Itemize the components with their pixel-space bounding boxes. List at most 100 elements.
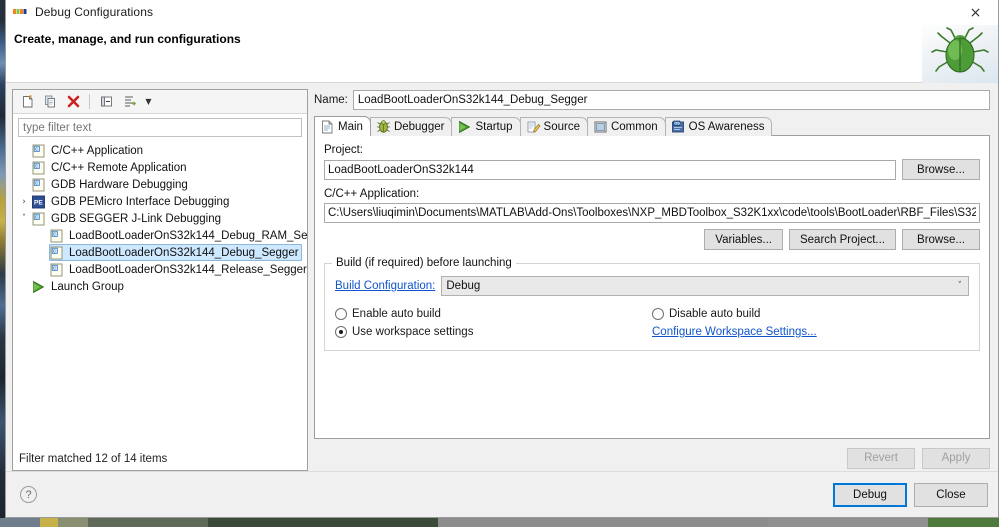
- name-input[interactable]: [353, 90, 990, 110]
- tree-indent-spacer: [35, 244, 49, 261]
- tree-item[interactable]: cLoadBootLoaderOnS32k144_Debug_RAM_Segge…: [13, 227, 307, 244]
- tab-label: Debugger: [394, 121, 445, 133]
- application-label: C/C++ Application:: [324, 188, 980, 200]
- pemicro-icon: PE: [31, 195, 47, 209]
- tree-item-label: Launch Group: [51, 281, 124, 293]
- build-before-launching-group: Build (if required) before launching Bui…: [324, 263, 980, 351]
- tab-startup[interactable]: Startup: [451, 117, 520, 136]
- tree-item[interactable]: cLoadBootLoaderOnS32k144_Debug_Segger: [13, 244, 307, 261]
- application-input[interactable]: [324, 203, 980, 223]
- revert-apply-row: Revert Apply: [314, 439, 990, 471]
- red-x-delete-icon[interactable]: [63, 92, 83, 112]
- c-file-icon: c: [31, 144, 47, 158]
- tab-label: Common: [611, 121, 658, 133]
- build-group-title: Build (if required) before launching: [332, 257, 516, 269]
- tab-label: Main: [338, 121, 363, 133]
- green-play-icon: [31, 280, 47, 294]
- debugger-bug-icon: [376, 120, 391, 134]
- radio-mark-icon: [335, 308, 347, 320]
- dialog-title: Debug Configurations: [35, 5, 153, 19]
- copy-document-icon[interactable]: [40, 92, 60, 112]
- tree-item-label: C/C++ Application: [51, 145, 143, 157]
- build-configuration-link[interactable]: Build Configuration:: [335, 280, 435, 292]
- close-button[interactable]: Close: [914, 483, 988, 507]
- tree-item[interactable]: ›PE GDB PEMicro Interface Debugging: [13, 193, 307, 210]
- tab-common[interactable]: Common: [587, 117, 666, 136]
- debug-configurations-dialog: Debug Configurations × Create, manage, a…: [5, 0, 999, 518]
- main-document-icon: [320, 120, 335, 134]
- common-window-icon: [593, 120, 608, 134]
- dialog-body: ▼ c C/C++ Application c C/C++ Remote Applic…: [6, 83, 998, 471]
- tab-label: Source: [544, 121, 580, 133]
- dialog-footer: ? Debug Close: [6, 471, 998, 517]
- project-label: Project:: [324, 144, 980, 156]
- tree-item[interactable]: c GDB Hardware Debugging: [13, 176, 307, 193]
- search-project-button[interactable]: Search Project...: [789, 229, 896, 250]
- tab-source[interactable]: Source: [520, 117, 588, 136]
- green-play-icon: [457, 120, 472, 134]
- tree-indent-spacer: [17, 176, 31, 193]
- os-awareness-icon: OS: [671, 120, 686, 134]
- chevron-down-icon[interactable]: ▼: [142, 92, 155, 112]
- c-file-icon: c: [31, 161, 47, 175]
- configuration-name-row: Name:: [314, 89, 990, 111]
- radio-mark-icon: [335, 326, 347, 338]
- auto-build-radio-grid: Enable auto build Use workspace settings…: [335, 305, 969, 341]
- radio-label: Disable auto build: [669, 308, 760, 320]
- radio-use-workspace-settings[interactable]: Use workspace settings: [335, 323, 652, 341]
- tab-main[interactable]: Main: [314, 116, 371, 136]
- green-bug-icon: [922, 25, 998, 83]
- tab-os-awareness[interactable]: OSOS Awareness: [665, 117, 773, 136]
- tab-label: OS Awareness: [689, 121, 765, 133]
- configuration-tabs[interactable]: Main Debugger Startup Source Common OSOS Awar…: [314, 115, 990, 136]
- radio-disable-auto-build[interactable]: Disable auto build: [652, 305, 969, 323]
- tree-indent-spacer: [17, 278, 31, 295]
- configuration-detail-panel: Name: Main Debugger Startup Source Common OSO…: [314, 89, 990, 471]
- dialog-titlebar: Debug Configurations ×: [6, 0, 998, 25]
- name-label: Name:: [314, 94, 348, 106]
- configure-workspace-settings-row: Configure Workspace Settings...: [652, 323, 969, 341]
- tree-item-label: GDB Hardware Debugging: [51, 179, 188, 191]
- collapse-all-icon[interactable]: [96, 92, 116, 112]
- tree-item-label: GDB PEMicro Interface Debugging: [51, 196, 229, 208]
- search-input[interactable]: [18, 118, 302, 137]
- svg-text:PE: PE: [34, 199, 43, 206]
- tree-item[interactable]: c C/C++ Remote Application: [13, 159, 307, 176]
- application-browse-button[interactable]: Browse...: [902, 229, 980, 250]
- c-file-icon: c: [31, 212, 47, 226]
- tree-item-label: LoadBootLoaderOnS32k144_Debug_RAM_Segger: [69, 230, 307, 242]
- filter-field-wrapper: [13, 114, 307, 140]
- application-button-row: Variables... Search Project... Browse...: [324, 229, 980, 250]
- tree-item-label: LoadBootLoaderOnS32k144_Debug_Segger: [69, 247, 299, 259]
- tree-item-label: C/C++ Remote Application: [51, 162, 187, 174]
- configure-workspace-settings-link[interactable]: Configure Workspace Settings...: [652, 326, 817, 338]
- tree-item[interactable]: c C/C++ Application: [13, 142, 307, 159]
- tree-item-label: LoadBootLoaderOnS32k144_Release_Segger: [69, 264, 307, 276]
- nxp-logo-icon: [12, 4, 28, 20]
- radio-label: Enable auto build: [352, 308, 441, 320]
- chevron-right-icon[interactable]: ›: [17, 193, 31, 210]
- project-browse-button[interactable]: Browse...: [902, 159, 980, 180]
- c-file-icon: c: [31, 178, 47, 192]
- revert-button[interactable]: Revert: [847, 448, 915, 469]
- chevron-down-icon[interactable]: ˇ: [17, 210, 31, 227]
- apply-button[interactable]: Apply: [922, 448, 990, 469]
- close-icon[interactable]: ×: [953, 0, 998, 25]
- variables-button[interactable]: Variables...: [704, 229, 783, 250]
- help-icon[interactable]: ?: [20, 486, 37, 503]
- debug-button[interactable]: Debug: [833, 483, 907, 507]
- tab-debugger[interactable]: Debugger: [370, 117, 453, 136]
- filter-launch-icon[interactable]: [119, 92, 139, 112]
- radio-enable-auto-build[interactable]: Enable auto build: [335, 305, 652, 323]
- tree-item[interactable]: ˇcGDB SEGGER J-Link Debugging: [13, 210, 307, 227]
- tree-item[interactable]: Launch Group: [13, 278, 307, 295]
- tree-item[interactable]: cLoadBootLoaderOnS32k144_Release_Segger: [13, 261, 307, 278]
- project-input[interactable]: [324, 160, 896, 180]
- toolbar-separator: [89, 94, 90, 109]
- build-configuration-select[interactable]: Debug ˅: [441, 276, 969, 296]
- tree-indent-spacer: [35, 261, 49, 278]
- configurations-toolbar: ▼: [13, 90, 307, 114]
- configurations-tree[interactable]: c C/C++ Application c C/C++ Remote Applicat…: [13, 140, 307, 447]
- new-document-icon[interactable]: [17, 92, 37, 112]
- filter-status-label: Filter matched 12 of 14 items: [13, 447, 307, 470]
